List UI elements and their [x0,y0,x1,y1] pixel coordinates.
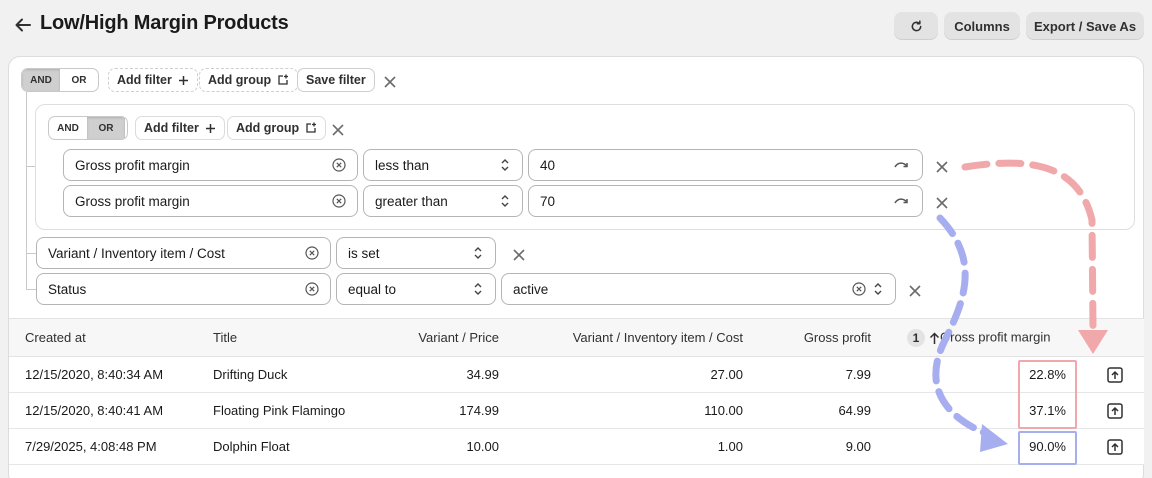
tree-connector [26,92,27,290]
tree-connector [26,289,36,290]
remove-row-close-icon[interactable] [511,247,527,263]
root-and-option[interactable]: AND [22,69,60,91]
highlight-box-high-margin [1018,431,1077,465]
group-filter-value-input[interactable]: 40 [528,149,923,181]
cell-gross-profit: 64.99 [838,403,871,418]
group-filter-field-select[interactable]: Gross profit margin [63,149,358,181]
tree-connector [26,166,35,167]
save-filter-label: Save filter [306,73,366,87]
filter-operator-select[interactable]: is set [336,237,496,269]
remove-row-close-icon[interactable] [934,159,950,175]
cell-gross-profit: 9.00 [845,439,871,454]
chevron-up-down-icon [501,159,509,171]
back-arrow-icon[interactable] [12,12,34,38]
table-header: Created at Title Variant / Price Variant… [9,318,1144,357]
cell-gross-profit: 7.99 [845,367,871,382]
filter-field-select[interactable]: Variant / Inventory item / Cost [36,237,331,269]
clear-circle-x-icon[interactable] [332,194,346,208]
group-filter-operator-select[interactable]: less than [363,149,523,181]
group-filter-value-input[interactable]: 70 [528,185,923,217]
column-header-margin[interactable]: 1 Gross profit margin [907,329,1051,347]
cell-title: Dolphin Float [213,439,290,454]
remove-group-close-icon[interactable] [330,122,346,138]
cell-created-at: 12/15/2020, 8:40:34 AM [25,367,164,382]
add-filter-label: Add filter [117,73,172,87]
add-group-icon [306,122,317,133]
group-add-group-button[interactable]: Add group [227,116,327,140]
cell-created-at: 12/15/2020, 8:40:41 AM [25,403,164,418]
clear-circle-x-icon[interactable] [332,158,346,172]
cell-created-at: 7/29/2025, 4:08:48 PM [25,439,157,454]
remove-root-close-icon[interactable] [382,74,398,90]
column-header-price[interactable]: Variant / Price [418,330,499,345]
add-group-button[interactable]: Add group [199,68,299,92]
group-or-option[interactable]: OR [87,117,125,139]
table-row[interactable]: 12/15/2020, 8:40:34 AM Drifting Duck 34.… [9,357,1144,393]
cell-title: Floating Pink Flamingo [213,403,346,418]
columns-button[interactable]: Columns [944,12,1020,40]
group-add-group-label: Add group [236,121,300,135]
chevron-up-down-icon [474,283,482,295]
page-header: Low/High Margin Products Columns Export … [0,0,1152,52]
clear-circle-x-icon[interactable] [852,282,866,296]
refresh-icon [911,19,921,31]
sort-arrow-up-icon [929,331,940,344]
table-row[interactable]: 12/15/2020, 8:40:41 AM Floating Pink Fla… [9,393,1144,429]
group-and-option[interactable]: AND [49,117,87,139]
column-header-title[interactable]: Title [213,330,237,345]
cell-price: 34.99 [466,367,499,382]
highlight-box-low-margin [1018,360,1077,429]
group-add-filter-label: Add filter [144,121,199,135]
open-in-new-icon[interactable] [1106,366,1124,384]
refresh-button[interactable] [894,12,938,40]
chevron-up-down-icon [474,247,482,259]
add-group-label: Add group [208,73,272,87]
page-title: Low/High Margin Products [40,12,289,34]
filter-value-select[interactable]: active [501,273,896,305]
sort-order-badge: 1 [907,329,925,347]
plus-icon [178,75,188,85]
group-add-filter-button[interactable]: Add filter [135,116,225,140]
save-filter-button[interactable]: Save filter [297,68,375,92]
cell-price: 10.00 [466,439,499,454]
variable-arrow-icon[interactable] [893,195,911,207]
chevron-up-down-icon [874,283,882,295]
table-row[interactable]: 7/29/2025, 4:08:48 PM Dolphin Float 10.0… [9,429,1144,465]
add-group-icon [278,74,289,85]
group-filter-operator-select[interactable]: greater than [363,185,523,217]
open-in-new-icon[interactable] [1106,402,1124,420]
column-header-created-at[interactable]: Created at [25,330,86,345]
clear-circle-x-icon[interactable] [305,282,319,296]
column-header-gross-profit[interactable]: Gross profit [804,330,871,345]
cell-cost: 27.00 [710,367,743,382]
variable-arrow-icon[interactable] [893,159,911,171]
cell-cost: 1.00 [717,439,743,454]
tree-connector [26,253,36,254]
remove-row-close-icon[interactable] [907,283,923,299]
plus-icon [205,123,215,133]
add-filter-button[interactable]: Add filter [108,68,198,92]
cell-title: Drifting Duck [213,367,288,382]
cell-price: 174.99 [459,403,499,418]
root-and-or-toggle: AND OR [21,68,99,92]
export-save-as-button[interactable]: Export / Save As [1026,12,1144,40]
open-in-new-icon[interactable] [1106,438,1124,456]
column-header-cost[interactable]: Variant / Inventory item / Cost [573,330,743,345]
chevron-up-down-icon [501,195,509,207]
cell-cost: 110.00 [704,403,743,418]
filter-field-select[interactable]: Status [36,273,331,305]
group-and-or-toggle: AND OR [48,116,128,140]
root-or-option[interactable]: OR [60,69,98,91]
filter-operator-select[interactable]: equal to [336,273,496,305]
group-filter-field-select[interactable]: Gross profit margin [63,185,358,217]
clear-circle-x-icon[interactable] [305,246,319,260]
remove-row-close-icon[interactable] [934,195,950,211]
